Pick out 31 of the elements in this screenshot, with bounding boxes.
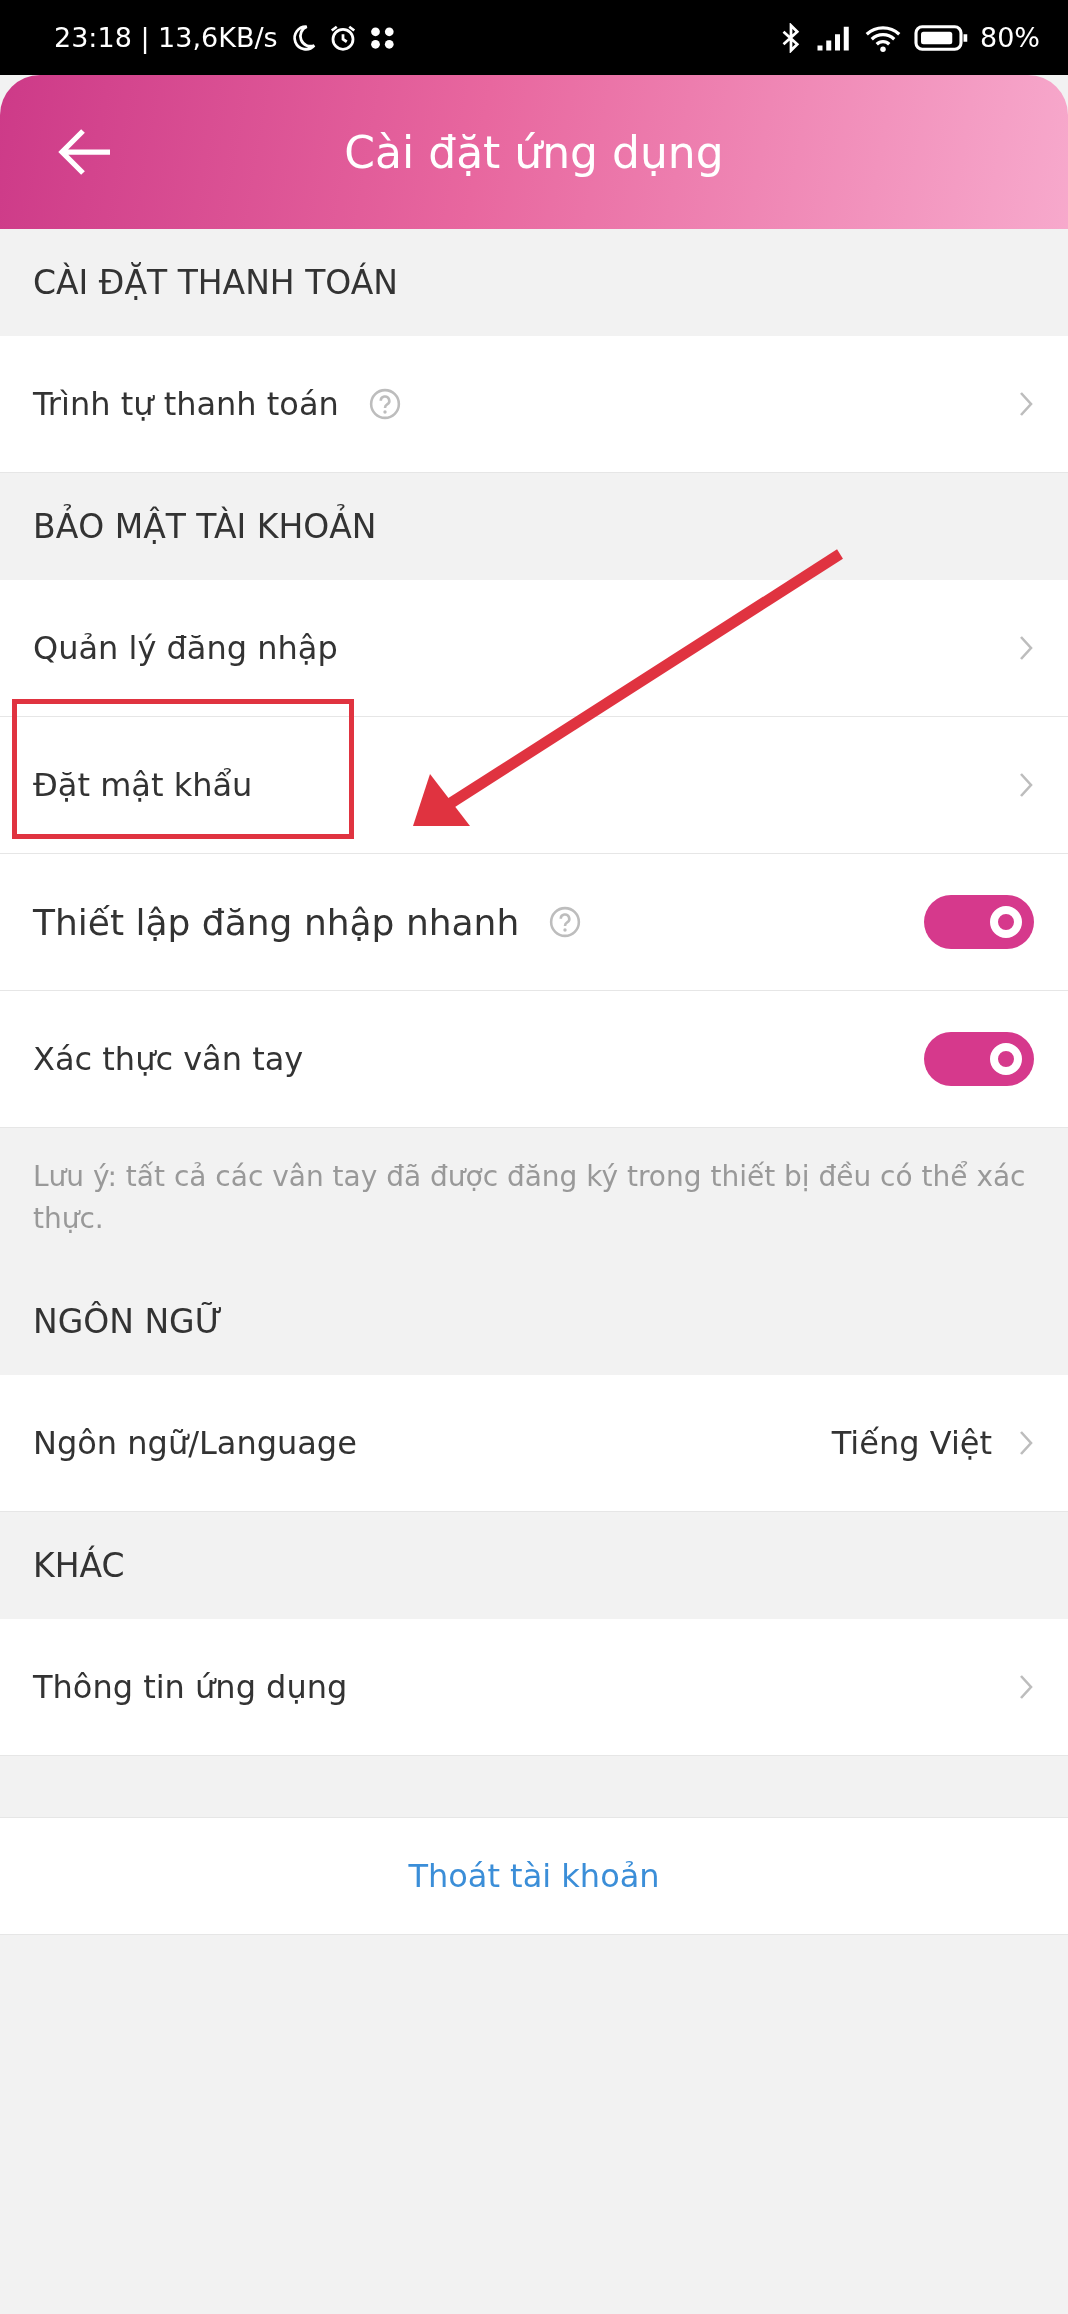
settings-row[interactable]: Quản lý đăng nhập (0, 580, 1068, 717)
row-label: Quản lý đăng nhập (33, 629, 338, 667)
row-label: Thiết lập đăng nhập nhanh (33, 901, 520, 943)
row-value: Tiếng Việt (831, 1424, 992, 1462)
section-heading: CÀI ĐẶT THANH TOÁN (32, 261, 399, 304)
screen-title: Cài đặt ứng dụng (344, 126, 724, 178)
section-heading: BẢO MẬT TÀI KHOẢN (0, 473, 1068, 580)
row-label: Trình tự thanh toán (33, 385, 339, 423)
status-time: 23:18 | 13,6KB/s (54, 22, 278, 53)
chevron-icon (1018, 634, 1034, 662)
battery-icon (912, 22, 970, 53)
row-label: Xác thực vân tay (33, 1040, 304, 1078)
settings-row[interactable]: Thiết lập đăng nhập nhanh (0, 854, 1068, 991)
toggle-switch[interactable] (924, 1032, 1034, 1086)
note-text: Lưu ý: tất cả các vân tay đã được đăng ký trong thiết bị đều có thể xác thực. (32, 1159, 1027, 1237)
chevron-icon (1018, 1429, 1034, 1457)
settings-row[interactable]: Ngôn ngữ/Language Tiếng Việt (0, 1375, 1068, 1512)
settings-row[interactable]: Trình tự thanh toán (0, 336, 1068, 473)
chevron-icon (1018, 1673, 1034, 1701)
settings-row[interactable]: Xác thực vân tay (0, 991, 1068, 1128)
row-label: Đặt mật khẩu (33, 766, 253, 804)
chevron-icon (1018, 390, 1034, 418)
battery-level: 80% (980, 22, 1040, 53)
chevron-icon (1018, 771, 1034, 799)
settings-row[interactable]: Đặt mật khẩu (0, 717, 1068, 854)
section-heading: KHÁC (32, 1544, 126, 1587)
toggle-switch[interactable] (924, 895, 1034, 949)
row-label: Thông tin ứng dụng (33, 1668, 348, 1706)
section-heading: NGÔN NGỮ (32, 1300, 224, 1343)
settings-row[interactable]: Thông tin ứng dụng (0, 1619, 1068, 1756)
row-label: Ngôn ngữ/Language (33, 1424, 357, 1462)
